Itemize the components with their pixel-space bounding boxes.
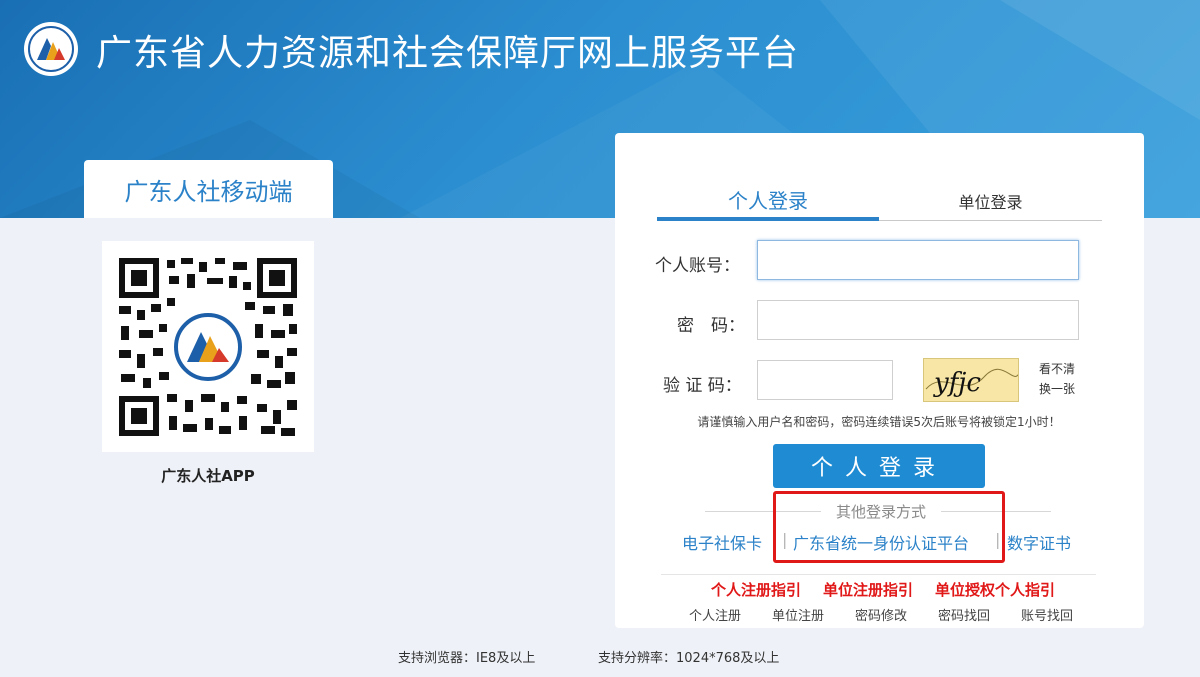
captcha-text: yfjc — [933, 368, 981, 398]
account-label: 个人账号： — [655, 256, 740, 276]
unified-auth-link[interactable]: 广东省统一身份认证平台 — [793, 530, 969, 554]
app-label: 广东人社APP — [161, 467, 255, 485]
captcha-image[interactable]: yfjc — [923, 358, 1019, 402]
company-auth-guide-link[interactable]: 单位授权个人指引 — [935, 579, 1055, 600]
tab-company-login[interactable]: 单位登录 — [879, 181, 1102, 221]
other-divider-right — [941, 511, 1051, 512]
account-input[interactable] — [757, 240, 1079, 280]
password-label: 密 码： — [677, 316, 745, 336]
tab-personal-login[interactable]: 个人登录 — [657, 181, 879, 221]
company-register-link[interactable]: 单位注册 — [772, 605, 824, 624]
captcha-label: 验 证 码： — [663, 376, 742, 396]
qr-code-icon — [115, 253, 301, 440]
account-recover-link[interactable]: 账号找回 — [1021, 605, 1073, 624]
other-login-title: 其他登录方式 — [835, 503, 926, 521]
refresh-line-1: 看不清 — [1039, 362, 1076, 376]
separator: | — [782, 530, 788, 549]
captcha-input[interactable] — [757, 360, 893, 400]
password-change-link[interactable]: 密码修改 — [855, 605, 907, 624]
personal-register-guide-link[interactable]: 个人注册指引 — [711, 579, 801, 600]
personal-login-button[interactable]: 个人登录 — [773, 444, 985, 488]
divider — [661, 574, 1096, 575]
login-tabs: 个人登录 单位登录 — [657, 181, 1102, 221]
separator: | — [995, 530, 1001, 549]
company-register-guide-link[interactable]: 单位注册指引 — [823, 579, 913, 600]
password-input[interactable] — [757, 300, 1079, 340]
qr-code — [102, 241, 314, 452]
login-panel: 个人登录 单位登录 个人账号： 密 码： 验 证 码： yfjc 看不清 换一张… — [615, 133, 1144, 628]
password-recover-link[interactable]: 密码找回 — [938, 605, 990, 624]
digital-cert-link[interactable]: 数字证书 — [1007, 530, 1071, 554]
mobile-tab[interactable]: 广东人社移动端 — [84, 160, 333, 218]
refresh-line-2: 换一张 — [1039, 382, 1076, 396]
personal-register-link[interactable]: 个人注册 — [689, 605, 741, 624]
site-title: 广东省人力资源和社会保障厅网上服务平台 — [96, 33, 800, 74]
footer-browser: 支持浏览器：IE8及以上 — [398, 651, 536, 666]
e-social-card-link[interactable]: 电子社保卡 — [682, 530, 762, 554]
lock-warning: 请谨慎输入用户名和密码，密码连续错误5次后账号将被锁定1小时！ — [697, 415, 1061, 429]
footer-resolution: 支持分辨率：1024*768及以上 — [598, 651, 780, 666]
refresh-captcha-link[interactable]: 看不清 换一张 — [1039, 359, 1081, 399]
hrss-logo-icon[interactable] — [24, 22, 78, 76]
other-divider-left — [705, 511, 821, 512]
